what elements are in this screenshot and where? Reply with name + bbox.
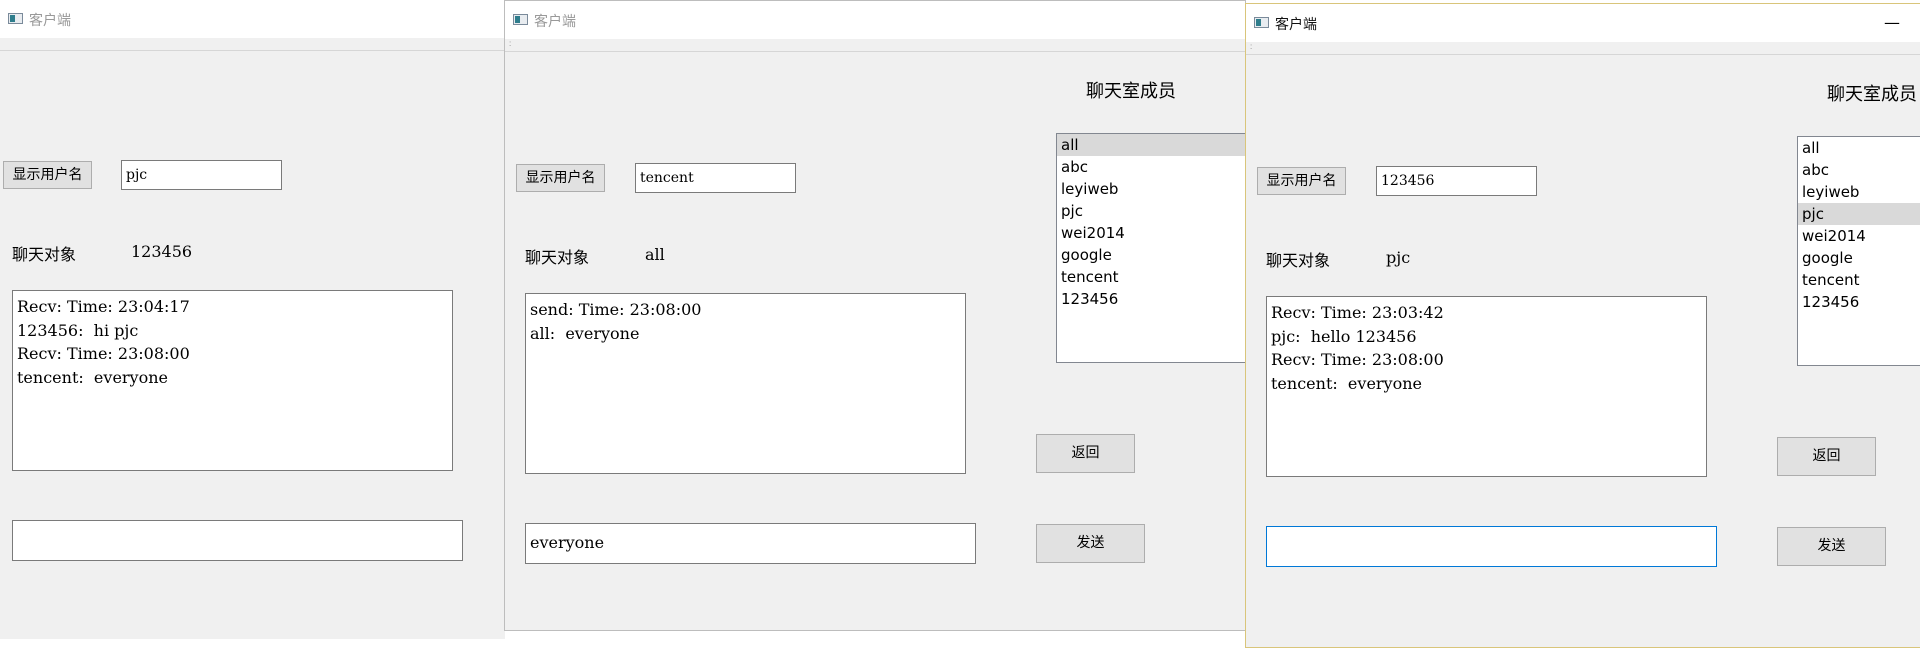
message-line: Recv: Time: 23:03:42 <box>1271 303 1444 322</box>
member-item[interactable]: abc <box>1798 159 1920 181</box>
message-display[interactable]: send: Time: 23:08:00 all: everyone <box>525 293 966 474</box>
message-line: pjc: hello 123456 <box>1271 326 1417 346</box>
member-item[interactable]: wei2014 <box>1057 222 1245 244</box>
chat-target-label: 聊天对象 <box>1266 251 1331 270</box>
members-list[interactable]: all abc leyiweb pjc wei2014 google tence… <box>1797 136 1920 366</box>
message-line: Recv: Time: 23:08:00 <box>17 344 190 363</box>
window-title: 客户端 <box>1275 17 1317 33</box>
members-title: 聊天室成员 <box>1827 84 1917 105</box>
member-item[interactable]: tencent <box>1057 266 1245 288</box>
member-item[interactable]: all <box>1057 134 1245 156</box>
app-window-icon <box>513 14 528 25</box>
title-bar[interactable]: 客户端 — <box>1246 4 1920 42</box>
menu-bar: : <box>1246 42 1920 55</box>
chat-target-label: 聊天对象 <box>525 248 590 267</box>
title-bar[interactable]: 客户端 <box>0 0 505 38</box>
client-window-1: 客户端 显示用户名 pjc 聊天对象 123456 Recv: Time: 23… <box>0 0 505 639</box>
client-window-2: 客户端 : 显示用户名 tencent 聊天对象 all send: Time:… <box>504 0 1246 631</box>
username-field[interactable]: tencent <box>635 163 796 193</box>
username-field[interactable]: pjc <box>121 160 282 190</box>
chat-target-label: 聊天对象 <box>12 245 77 264</box>
message-display[interactable]: Recv: Time: 23:04:17 123456: hi pjc Recv… <box>12 290 453 471</box>
send-message-input[interactable] <box>12 520 463 561</box>
app-window-icon <box>1254 17 1269 28</box>
message-line: 123456: hi pjc <box>17 320 139 340</box>
back-button[interactable]: 返回 <box>1036 434 1135 473</box>
chat-target-value: 123456 <box>131 242 193 261</box>
member-item[interactable]: leyiweb <box>1057 178 1245 200</box>
show-username-button[interactable]: 显示用户名 <box>1257 167 1346 195</box>
chat-target-value: all <box>645 245 665 264</box>
show-username-button[interactable]: 显示用户名 <box>516 164 605 192</box>
back-button[interactable]: 返回 <box>1777 437 1876 476</box>
app-window-icon <box>8 13 23 24</box>
window-title: 客户端 <box>29 13 71 29</box>
members-title: 聊天室成员 <box>1086 81 1176 102</box>
message-line: tencent: everyone <box>17 367 168 387</box>
member-item[interactable]: all <box>1798 137 1920 159</box>
members-list[interactable]: all abc leyiweb pjc wei2014 google tence… <box>1056 133 1245 363</box>
member-item[interactable]: 123456 <box>1798 291 1920 313</box>
member-item[interactable]: abc <box>1057 156 1245 178</box>
member-item[interactable]: 123456 <box>1057 288 1245 310</box>
show-username-button[interactable]: 显示用户名 <box>3 161 92 189</box>
member-item[interactable]: pjc <box>1798 203 1920 225</box>
member-item[interactable]: wei2014 <box>1798 225 1920 247</box>
menu-bar: : <box>505 39 1245 52</box>
menu-bar <box>0 38 505 51</box>
member-item[interactable]: google <box>1057 244 1245 266</box>
send-button[interactable]: 发送 <box>1777 527 1886 566</box>
message-display[interactable]: Recv: Time: 23:03:42 pjc: hello 123456 R… <box>1266 296 1707 477</box>
title-bar[interactable]: 客户端 <box>505 1 1245 39</box>
send-message-input[interactable]: everyone <box>525 523 976 564</box>
message-line: Recv: Time: 23:04:17 <box>17 297 190 316</box>
chat-target-value: pjc <box>1386 248 1411 267</box>
minimize-icon[interactable]: — <box>1882 14 1902 32</box>
member-item[interactable]: pjc <box>1057 200 1245 222</box>
client-window-3: 客户端 — : 显示用户名 123456 聊天对象 pjc Recv: Time… <box>1245 3 1920 648</box>
member-item[interactable]: tencent <box>1798 269 1920 291</box>
member-item[interactable]: google <box>1798 247 1920 269</box>
username-field[interactable]: 123456 <box>1376 166 1537 196</box>
send-button[interactable]: 发送 <box>1036 524 1145 563</box>
window-title: 客户端 <box>534 14 576 30</box>
message-line: all: everyone <box>530 323 640 343</box>
message-line: send: Time: 23:08:00 <box>530 300 702 319</box>
message-line: Recv: Time: 23:08:00 <box>1271 350 1444 369</box>
message-line: tencent: everyone <box>1271 373 1422 393</box>
send-message-input[interactable] <box>1266 526 1717 567</box>
member-item[interactable]: leyiweb <box>1798 181 1920 203</box>
